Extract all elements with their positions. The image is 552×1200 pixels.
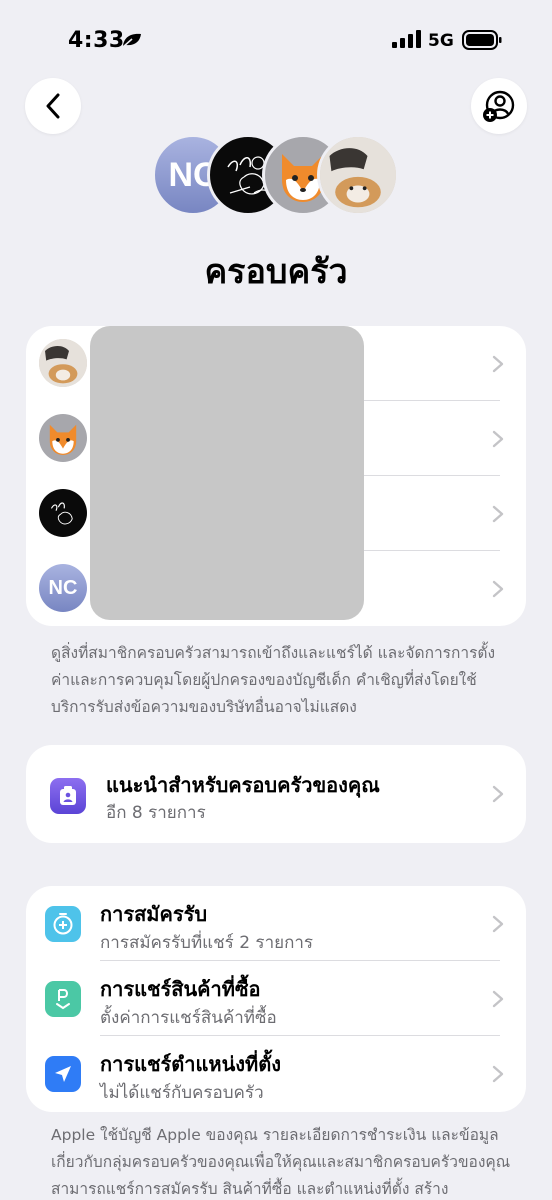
location-sharing-subtitle: ไม่ได้แชร์กับครอบครัว [100,1083,264,1103]
fox-icon [49,424,77,455]
location-arrow-icon [45,1056,81,1092]
member-avatar: NC [39,564,87,612]
sharing-settings-list: การสมัครรับ การสมัครรับที่แชร์ 2 รายการ … [26,886,526,1112]
purchase-sharing-title: การแชร์สินค้าที่ซื้อ [100,977,261,1001]
add-person-icon [483,90,515,122]
purchase-sharing-row[interactable]: การแชร์สินค้าที่ซื้อ ตั้งค่าการแชร์สินค้… [26,961,526,1036]
subscriptions-title: การสมัครรับ [100,902,208,926]
chevron-left-icon [46,93,60,119]
status-bar: 4:33 5G [0,0,552,80]
signature-drawing-icon [50,502,73,525]
chevron-right-icon [492,580,504,598]
page-title: ครอบครัว [204,252,348,292]
status-time: 4:33 [68,28,125,53]
chevron-right-icon [492,915,504,933]
chevron-right-icon [492,1065,504,1083]
recommendation-subtitle: อีก 8 รายการ [106,803,206,823]
chevron-right-icon [492,505,504,523]
cellular-signal-icon [392,30,421,48]
family-checklist-icon [50,778,86,814]
members-footnote: ดูสิ่งที่สมาชิกครอบครัวสามารถเข้าถึงและแ… [51,644,496,716]
subscriptions-row[interactable]: การสมัครรับ การสมัครรับที่แชร์ 2 รายการ [26,886,526,961]
member-avatar [39,339,87,387]
family-avatars: NC [152,134,402,216]
dog-photo-icon [320,137,396,213]
subscriptions-subtitle: การสมัครรับที่แชร์ 2 รายการ [100,933,314,953]
location-sharing-row[interactable]: การแชร์ตำแหน่งที่ตั้ง ไม่ได้แชร์กับครอบค… [26,1036,526,1111]
chevron-right-icon [492,990,504,1008]
chevron-right-icon [492,355,504,373]
chevron-right-icon [492,430,504,448]
chevron-right-icon [492,785,504,803]
recommendations-row[interactable]: แนะนำสำหรับครอบครัวของคุณ อีก 8 รายการ [26,745,526,843]
add-family-member-button[interactable] [471,78,527,134]
leaf-icon [122,33,141,48]
location-sharing-title: การแชร์ตำแหน่งที่ตั้ง [100,1052,281,1076]
member-avatar [39,489,87,537]
avatar-dog-photo [317,134,399,216]
bottom-footnote: Apple ใช้บัญชี Apple ของคุณ รายละเอียดกา… [51,1126,511,1198]
redacted-member-names [90,326,364,620]
recommendation-title: แนะนำสำหรับครอบครัวของคุณ [106,773,380,797]
member-avatar [39,414,87,462]
dog-photo-icon [39,339,87,387]
network-type: 5G [428,31,454,51]
battery-icon [462,30,502,50]
subscriptions-icon [45,906,81,942]
purchase-sharing-icon [45,981,81,1017]
purchase-sharing-subtitle: ตั้งค่าการแชร์สินค้าที่ซื้อ [100,1008,277,1028]
back-button[interactable] [25,78,81,134]
